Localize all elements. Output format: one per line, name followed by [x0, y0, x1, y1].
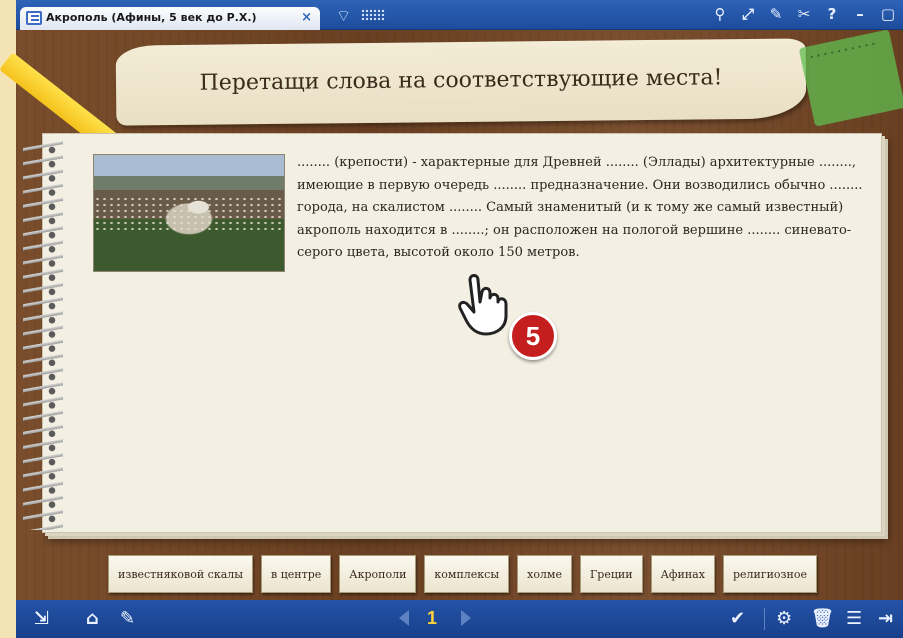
- list-icon[interactable]: ☰: [846, 608, 862, 629]
- help-icon[interactable]: ?: [823, 5, 841, 23]
- word-chip[interactable]: комплексы: [424, 555, 510, 593]
- exercise-text[interactable]: ........ (крепости) - характерные для Др…: [297, 152, 867, 265]
- minimize-icon[interactable]: –: [851, 5, 869, 23]
- word-chip[interactable]: Акрополи: [339, 555, 417, 593]
- spiral-binding: [23, 140, 63, 530]
- title-banner: Перетащи слова на соответствующие места!: [115, 38, 807, 126]
- edit-icon[interactable]: ✎: [120, 608, 135, 629]
- edit-document-icon: [26, 11, 42, 25]
- page-number: 1: [427, 608, 438, 628]
- export-icon[interactable]: ⇥: [878, 608, 893, 629]
- exit-icon[interactable]: ⇲: [34, 608, 49, 629]
- word-chip[interactable]: известняковой скалы: [107, 555, 254, 593]
- tools-icon[interactable]: ✂: [795, 5, 813, 23]
- share-icon[interactable]: ⚲: [711, 5, 729, 23]
- previous-page-button[interactable]: [399, 610, 409, 626]
- pen-icon[interactable]: ✎: [767, 5, 785, 23]
- next-page-button[interactable]: [461, 610, 471, 626]
- step-number-badge: 5: [509, 312, 557, 360]
- tab-title: Акрополь (Афины, 5 век до Р.Х.): [46, 11, 257, 24]
- fullscreen-icon[interactable]: ⤢: [739, 5, 757, 23]
- bottom-toolbar: ⇲ ⌂ ✎ 1 ✔ ⚙ 🗑 ☰ ⇥: [16, 600, 903, 638]
- word-chip[interactable]: в центре: [261, 555, 332, 593]
- document-tab[interactable]: Акрополь (Афины, 5 век до Р.Х.) ×: [20, 7, 320, 30]
- wifi-icon: ⌔: [336, 6, 352, 25]
- word-chip[interactable]: Греции: [580, 555, 643, 593]
- home-icon[interactable]: ⌂: [86, 608, 99, 629]
- app-window: Акрополь (Афины, 5 век до Р.Х.) × ⌔ ⚲ ⤢ …: [0, 0, 903, 638]
- word-chip[interactable]: холме: [517, 555, 572, 593]
- tab-close-button[interactable]: ×: [301, 10, 312, 25]
- divider: [764, 608, 765, 630]
- check-icon[interactable]: ✔: [730, 608, 745, 629]
- title-bar: Акрополь (Афины, 5 век до Р.Х.) × ⌔ ⚲ ⤢ …: [16, 0, 903, 30]
- word-chip[interactable]: Афинах: [650, 555, 715, 593]
- word-bank: известняковой скалы в центре Акрополи ко…: [16, 548, 903, 600]
- acropolis-photo: [93, 154, 285, 272]
- keyboard-icon[interactable]: [361, 9, 385, 21]
- ruler-decoration: [798, 29, 903, 127]
- trash-icon[interactable]: 🗑: [811, 608, 834, 629]
- exercise-title: Перетащи слова на соответствующие места!: [199, 65, 723, 96]
- maximize-icon[interactable]: ▢: [879, 5, 897, 23]
- word-chip[interactable]: религиозное: [722, 555, 818, 593]
- window-toolbar: ⚲ ⤢ ✎ ✂ ? – ▢: [711, 5, 897, 23]
- settings-icon[interactable]: ⚙: [776, 608, 792, 629]
